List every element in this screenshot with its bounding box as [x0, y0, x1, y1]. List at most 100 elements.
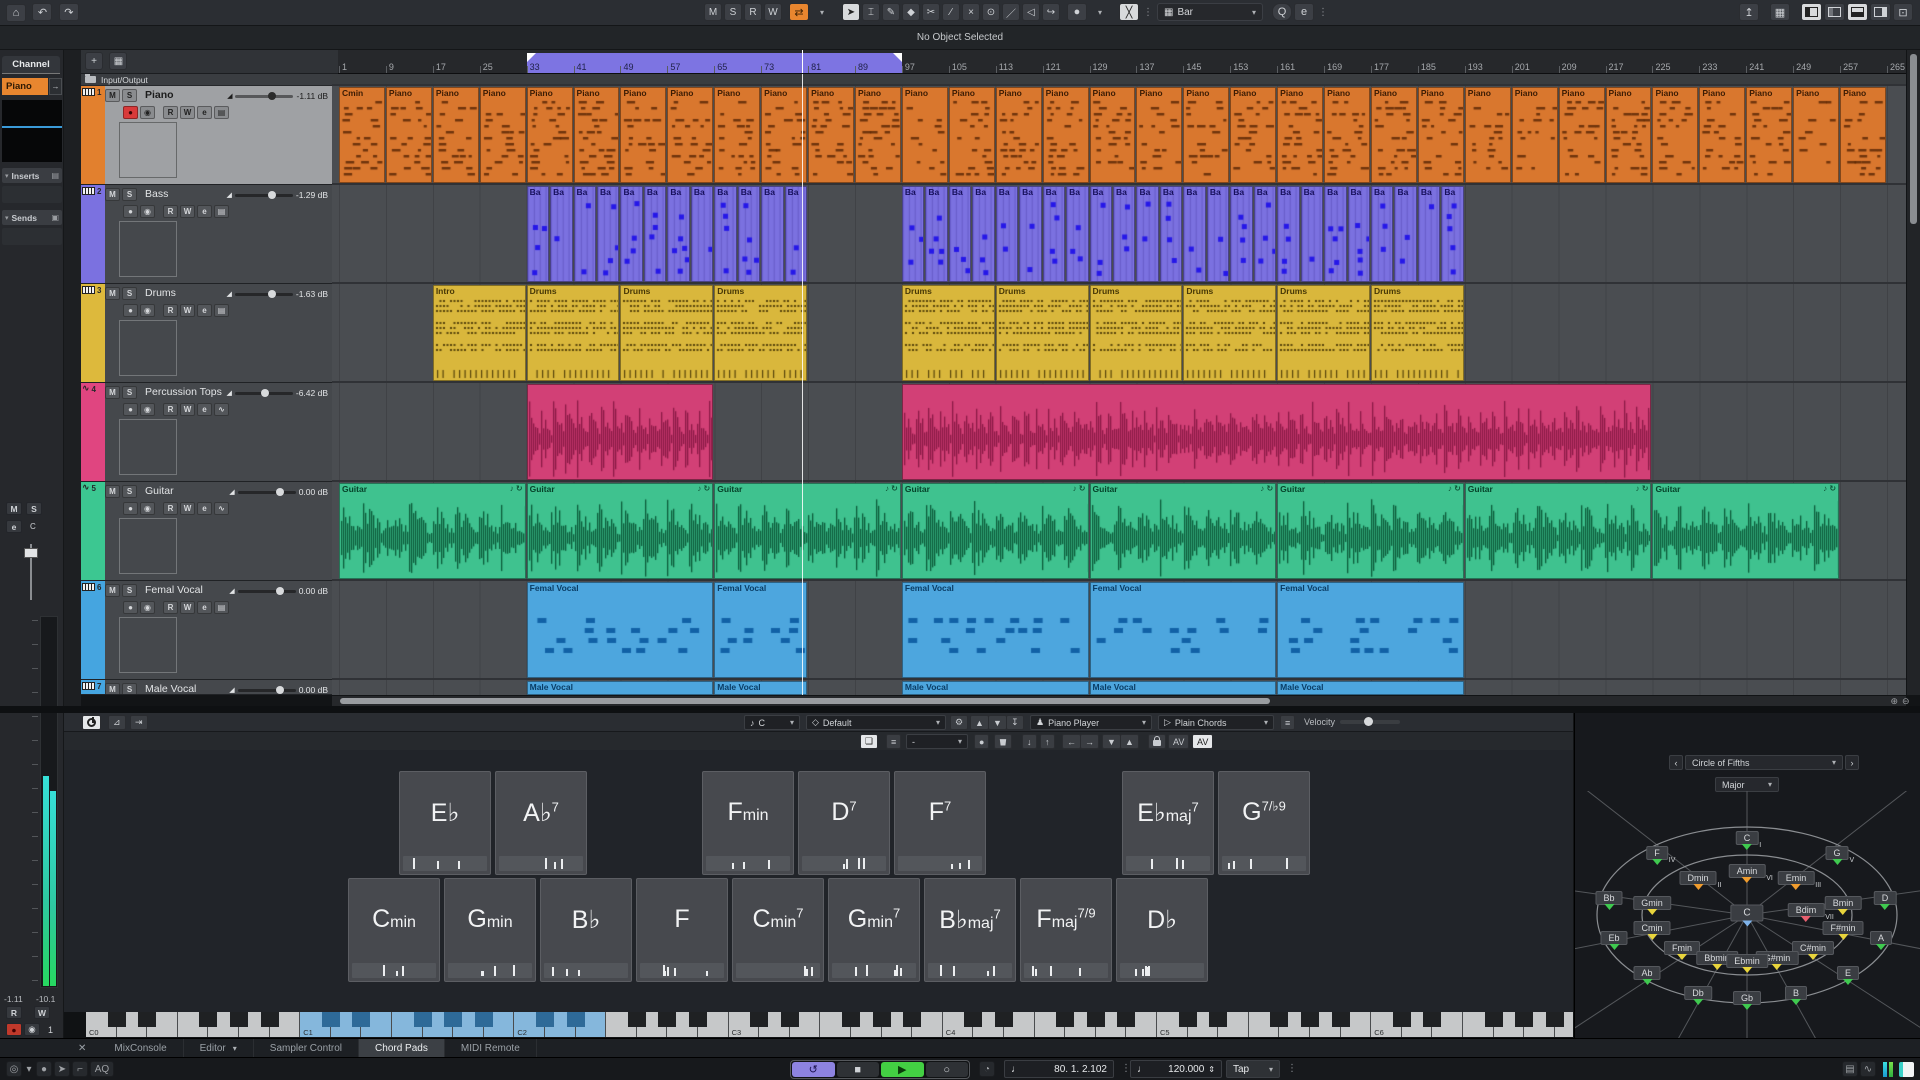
track-mute-button[interactable]: M	[105, 683, 120, 696]
track-mute-button[interactable]: M	[105, 287, 120, 300]
tab-chord-pads[interactable]: Chord Pads	[359, 1039, 445, 1058]
piano-key-black[interactable]	[138, 1012, 156, 1027]
track-record-button[interactable]: ●	[123, 403, 138, 416]
region[interactable]: Male Vocal	[902, 681, 1089, 695]
region[interactable]: Ba	[1371, 186, 1393, 282]
scrollbar-thumb[interactable]	[1910, 54, 1917, 224]
piano-key-black[interactable]	[567, 1012, 585, 1027]
tempo-icon[interactable]: ♩	[1137, 1064, 1147, 1075]
chord-chip[interactable]: Bb	[1595, 891, 1622, 905]
track-name[interactable]: Percussion Tops	[145, 386, 222, 398]
snap-transport-icon[interactable]: ⌐	[72, 1061, 88, 1077]
region[interactable]: Guitar♪ ↻	[714, 483, 901, 579]
region[interactable]: Ba	[761, 186, 783, 282]
record-button[interactable]: ○	[926, 1062, 969, 1077]
region[interactable]: Piano	[1512, 87, 1558, 183]
track-volume-control[interactable]: ◢-1.11 dB	[227, 91, 328, 101]
region[interactable]: Ba	[1441, 186, 1463, 282]
adaptive-voicing-reference-button[interactable]: AV	[1192, 734, 1213, 749]
piano-key-black[interactable]	[475, 1012, 493, 1027]
region[interactable]: Femal Vocal	[527, 582, 714, 678]
region[interactable]: Piano	[1746, 87, 1792, 183]
chord-chip[interactable]: Eb	[1600, 931, 1627, 945]
region[interactable]: Ba	[1277, 186, 1299, 282]
track-solo-button[interactable]: S	[122, 683, 137, 696]
horizontal-scrollbar[interactable]	[332, 696, 1906, 706]
mute-all-button[interactable]: M	[704, 3, 722, 21]
piano-key-black[interactable]	[322, 1012, 340, 1027]
track-volume-control[interactable]: ◢0.00 dB	[229, 586, 328, 596]
region[interactable]: Piano	[667, 87, 713, 183]
audio-quantize-button[interactable]: AQ	[90, 1061, 114, 1077]
region[interactable]: Piano	[1699, 87, 1745, 183]
color-menu-tool[interactable]: ↪	[1042, 3, 1060, 21]
preset-settings-icon[interactable]: ⚙	[950, 715, 968, 730]
chord-chip[interactable]: C#min	[1792, 941, 1834, 955]
region[interactable]: Piano	[433, 87, 479, 183]
track-edit-button[interactable]: e	[197, 304, 212, 317]
region[interactable]: Guitar♪ ↻	[339, 483, 526, 579]
chord-chip[interactable]: Bmin	[1825, 896, 1862, 910]
cursor-follow-icon[interactable]: ➤	[54, 1061, 70, 1077]
track-solo-button[interactable]: S	[122, 89, 137, 102]
track-write-button[interactable]: W	[180, 601, 195, 614]
piano-key-black[interactable]	[750, 1012, 768, 1027]
track-header[interactable]: MSGuitar◢0.00 dB●◉RWe∿	[105, 482, 332, 580]
chord-pad[interactable]: B♭maj7	[924, 878, 1016, 982]
region[interactable]: Guitar♪ ↻	[1277, 483, 1464, 579]
region[interactable]: Ba	[1207, 186, 1229, 282]
tempo-stepper[interactable]: ⇕	[1208, 1065, 1215, 1074]
fader-handle[interactable]	[261, 389, 269, 397]
piano-key-black[interactable]	[995, 1012, 1013, 1027]
shift-right-icon[interactable]: →	[1080, 734, 1099, 749]
time-format-icon[interactable]: ♩	[1011, 1064, 1021, 1075]
zoom-in-icon[interactable]: ⊕	[1890, 696, 1898, 707]
piano-key-black[interactable]	[352, 1012, 370, 1027]
region[interactable]: Piano	[1324, 87, 1370, 183]
track-record-button[interactable]: ●	[123, 205, 138, 218]
track-header[interactable]: MSFemal Vocal◢0.00 dB●◉RWe▤	[105, 581, 332, 679]
region[interactable]: Ba	[1019, 186, 1041, 282]
quantize-button[interactable]: Q	[1272, 3, 1292, 21]
erase-tool[interactable]: ◆	[902, 3, 920, 21]
piano-key-black[interactable]	[1179, 1012, 1197, 1027]
stop-button[interactable]: ■	[837, 1062, 880, 1077]
insert-slot[interactable]	[2, 186, 62, 203]
grid-type-dropdown[interactable]: ▦ Bar ▾	[1157, 3, 1263, 21]
track-monitor-button[interactable]: ◉	[140, 502, 155, 515]
studio-icon[interactable]: ▦	[1770, 3, 1790, 21]
track-row[interactable]: ∿4MSPercussion Tops◢-6.42 dB●◉RWe∿	[81, 383, 338, 482]
click-dropdown-icon[interactable]: ▾	[24, 1061, 34, 1077]
track-header[interactable]: MSDrums◢-1.63 dB●◉RWe▤	[105, 284, 332, 382]
sends-section[interactable]: ▾Sends▣	[2, 210, 62, 225]
region[interactable]: Piano	[574, 87, 620, 183]
line-tool[interactable]: ／	[1002, 3, 1020, 21]
chord-chip[interactable]: A	[1870, 931, 1892, 945]
track-monitor-button[interactable]: ◉	[140, 601, 155, 614]
chord-chip[interactable]: CI	[1736, 831, 1759, 845]
region[interactable]: Ba	[925, 186, 947, 282]
track-volume-control[interactable]: ◢0.00 dB	[229, 685, 328, 695]
region[interactable]: Drums	[1090, 285, 1183, 381]
root-key-dropdown[interactable]: ♪ C▾	[744, 715, 800, 730]
region[interactable]: Piano	[1465, 87, 1511, 183]
voicing-icon[interactable]: ≡	[886, 734, 901, 749]
track-read-button[interactable]: R	[163, 205, 178, 218]
track-name[interactable]: Bass	[145, 188, 168, 200]
chord-chip[interactable]: GV	[1825, 846, 1848, 860]
automation-mode-button[interactable]: ⇄	[789, 3, 809, 21]
track-row[interactable]: 1MSPiano◢-1.11 dB●◉RWe▤	[81, 86, 338, 185]
chord-chip[interactable]: BdimVII	[1788, 903, 1825, 917]
region[interactable]: Ba	[714, 186, 736, 282]
track-read-button[interactable]: R	[163, 601, 178, 614]
cycle-end-handle[interactable]	[893, 53, 902, 62]
track-picture[interactable]	[119, 518, 177, 574]
region[interactable]: Ba	[1254, 186, 1276, 282]
velocity-slider[interactable]	[1340, 720, 1400, 724]
region[interactable]: Ba	[1066, 186, 1088, 282]
chord-chip[interactable]: Ab	[1633, 966, 1660, 980]
region[interactable]: Femal Vocal	[1090, 582, 1277, 678]
track-picture[interactable]	[119, 221, 177, 277]
assistant-mode-dropdown[interactable]: Circle of Fifths▾	[1685, 755, 1843, 770]
write-button[interactable]: W	[34, 1006, 50, 1019]
